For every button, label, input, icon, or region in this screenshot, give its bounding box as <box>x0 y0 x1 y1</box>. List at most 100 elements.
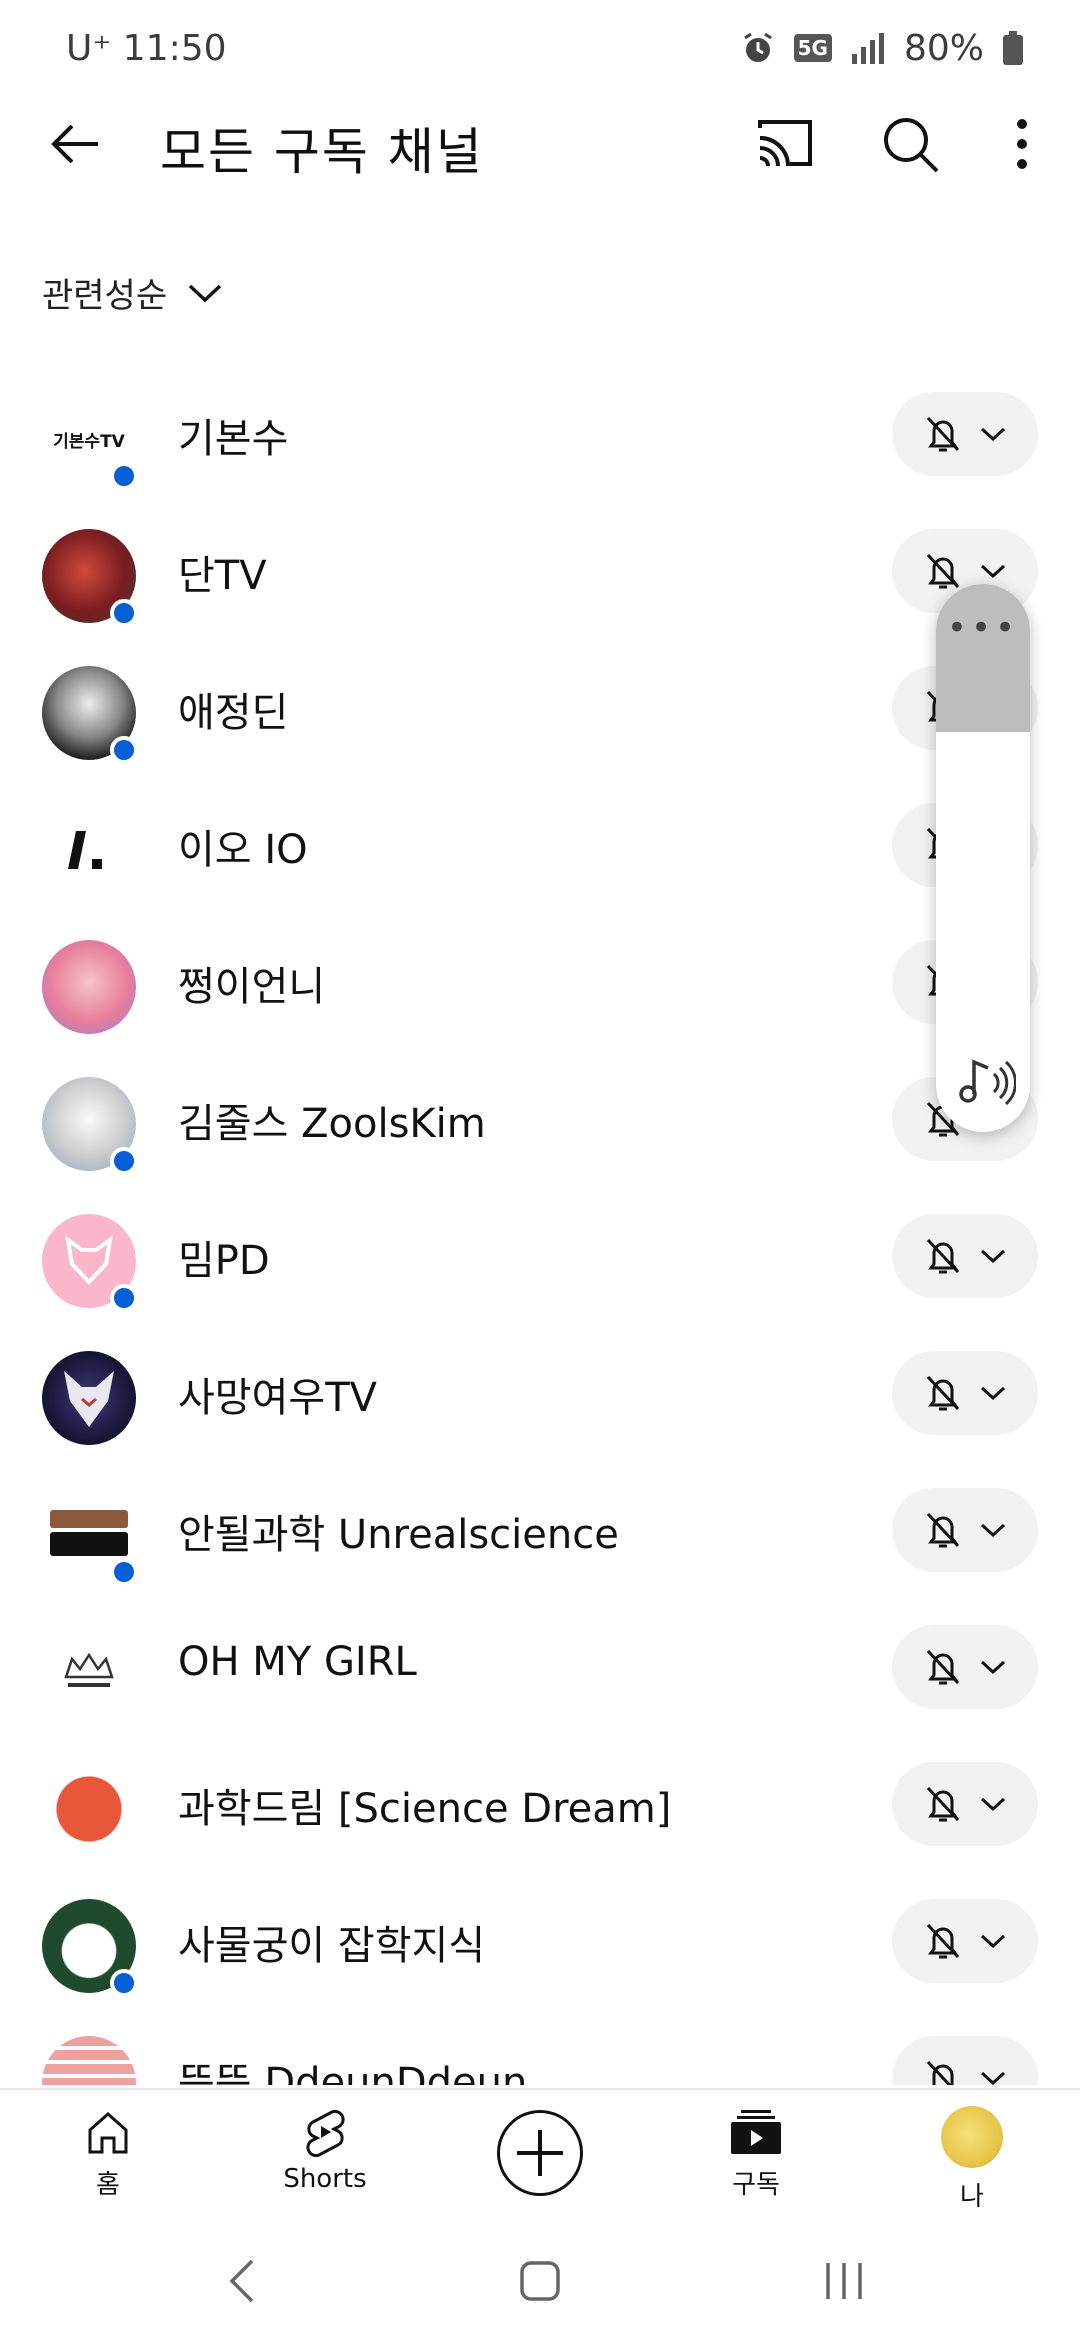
media-volume-icon[interactable] <box>950 1048 1016 1114</box>
channel-name: 쩡이언니 <box>178 964 326 1010</box>
nav-home-label: 홈 <box>96 2170 120 2200</box>
channel-avatar <box>42 666 138 764</box>
notification-bell-button[interactable] <box>892 1899 1038 1983</box>
crown-logo-icon <box>64 1652 114 1687</box>
channel-row[interactable]: 뜬뜬 DdeunDdeun <box>0 2014 1080 2085</box>
volume-panel[interactable]: ••• <box>936 584 1030 1132</box>
chevron-down-icon <box>980 1523 1006 1538</box>
channel-row[interactable]: 기본수TV 기본수 <box>0 370 1080 507</box>
channel-avatar <box>42 1077 138 1175</box>
notification-bell-button[interactable] <box>892 1351 1038 1435</box>
new-content-dot <box>110 462 138 490</box>
channel-row[interactable]: 쩡이언니 <box>0 918 1080 1055</box>
more-horiz-icon[interactable]: ••• <box>936 611 1030 645</box>
channel-name: 이오 IO <box>178 827 308 873</box>
channel-name: 단TV <box>178 553 267 599</box>
shorts-icon <box>306 2109 345 2158</box>
channel-avatar <box>42 529 138 627</box>
channel-name: 안될과학 Unrealscience <box>178 1512 619 1558</box>
more-vert-icon[interactable] <box>990 112 1054 176</box>
avatar-logo-text: 기본수TV <box>53 431 125 452</box>
create-button[interactable] <box>497 2110 583 2196</box>
nav-subscriptions-label: 구독 <box>732 2170 780 2200</box>
bell-off-icon <box>926 2060 954 2085</box>
channel-name: 기본수 <box>178 416 289 462</box>
channel-row[interactable]: OH MY GIRL <box>0 1603 1080 1740</box>
notification-bell-button[interactable] <box>892 1625 1038 1709</box>
channel-name: 뜬뜬 DdeunDdeun <box>178 2060 528 2085</box>
bell-off-icon <box>926 1786 960 1822</box>
alarm-icon <box>743 32 772 62</box>
notification-bell-button[interactable] <box>892 1214 1038 1298</box>
channel-avatar <box>42 2036 136 2085</box>
system-back-icon[interactable] <box>222 2253 262 2309</box>
sort-label: 관련성순 <box>42 276 168 316</box>
channel-name: 과학드림 [Science Dream] <box>178 1786 672 1832</box>
page-title: 모든 구독 채널 <box>160 123 484 181</box>
notification-bell-button[interactable] <box>892 1762 1038 1846</box>
channel-name: 사물궁이 잡학지식 <box>178 1923 486 1969</box>
status-bar: U⁺ 11:50 5G 80% <box>0 0 1080 96</box>
chevron-down-icon <box>980 1386 1006 1401</box>
bottom-nav: 홈 Shorts 구독 나 <box>0 2088 1080 2223</box>
channel-row[interactable]: 사물궁이 잡학지식 <box>0 1877 1080 2014</box>
channel-row[interactable]: 단TV <box>0 507 1080 644</box>
bell-off-icon <box>926 1512 960 1548</box>
channel-name: 김줄스 ZoolsKim <box>178 1101 486 1147</box>
channel-row[interactable]: 과학드림 [Science Dream] <box>0 1740 1080 1877</box>
sort-dropdown[interactable]: 관련성순 <box>42 268 223 317</box>
new-content-dot <box>110 1558 138 1586</box>
chevron-down-icon <box>980 1934 1006 1949</box>
fox-mask-icon <box>64 1371 114 1427</box>
system-nav-bar <box>0 2225 1080 2340</box>
notification-bell-button[interactable] <box>892 2036 1038 2085</box>
system-recents-icon[interactable] <box>818 2253 870 2309</box>
nav-shorts-label: Shorts <box>283 2164 367 2194</box>
bell-off-icon <box>926 1649 960 1685</box>
battery-icon <box>1003 31 1023 65</box>
chevron-down-icon <box>188 284 222 302</box>
system-home-icon[interactable] <box>516 2253 564 2309</box>
nav-home[interactable]: 홈 <box>38 2106 178 2201</box>
channel-row[interactable]: 안될과학 Unrealscience <box>0 1466 1080 1603</box>
channel-row[interactable]: 밈PD <box>0 1192 1080 1329</box>
bell-off-icon <box>926 1375 960 1411</box>
new-content-dot <box>110 736 138 764</box>
nav-shorts[interactable]: Shorts <box>255 2106 395 2194</box>
new-content-dot <box>110 1147 138 1175</box>
bell-off-icon <box>926 416 960 452</box>
nav-you-label: 나 <box>960 2182 984 2212</box>
battery-percent: 80% <box>903 27 984 69</box>
user-avatar <box>941 2106 1003 2168</box>
cast-icon[interactable] <box>752 112 816 176</box>
subscriptions-icon <box>731 2110 781 2154</box>
app-bar: 모든 구독 채널 <box>0 96 1080 192</box>
chevron-down-icon <box>980 427 1006 442</box>
new-content-dot <box>110 1969 138 1997</box>
channel-row[interactable]: 김줄스 ZoolsKim <box>0 1055 1080 1192</box>
notification-bell-button[interactable] <box>892 392 1038 476</box>
chevron-down-icon <box>980 1660 1006 1675</box>
chevron-down-icon <box>980 1249 1006 1264</box>
notification-bell-button[interactable] <box>892 1488 1038 1572</box>
channel-avatar <box>42 940 136 1034</box>
fox-logo-icon <box>65 1235 113 1285</box>
channel-avatar <box>42 1488 138 1586</box>
new-content-dot <box>110 599 138 627</box>
channel-avatar <box>42 1899 138 1997</box>
search-icon[interactable] <box>878 112 942 176</box>
bell-off-icon <box>926 1238 960 1274</box>
chevron-down-icon <box>980 2071 1006 2085</box>
channel-avatar <box>42 1625 136 1719</box>
volume-level-fill <box>936 584 1030 732</box>
chevron-down-icon <box>980 564 1006 579</box>
channel-row[interactable]: 애정딘 <box>0 644 1080 781</box>
back-arrow-icon[interactable] <box>46 114 106 174</box>
channel-avatar <box>42 803 136 897</box>
channel-row[interactable]: 사망여우TV <box>0 1329 1080 1466</box>
channel-avatar <box>42 1762 136 1856</box>
home-icon <box>88 2111 128 2154</box>
channel-row[interactable]: 이오 IO <box>0 781 1080 918</box>
nav-subscriptions[interactable]: 구독 <box>686 2106 826 2201</box>
nav-you[interactable]: 나 <box>902 2106 1042 2213</box>
